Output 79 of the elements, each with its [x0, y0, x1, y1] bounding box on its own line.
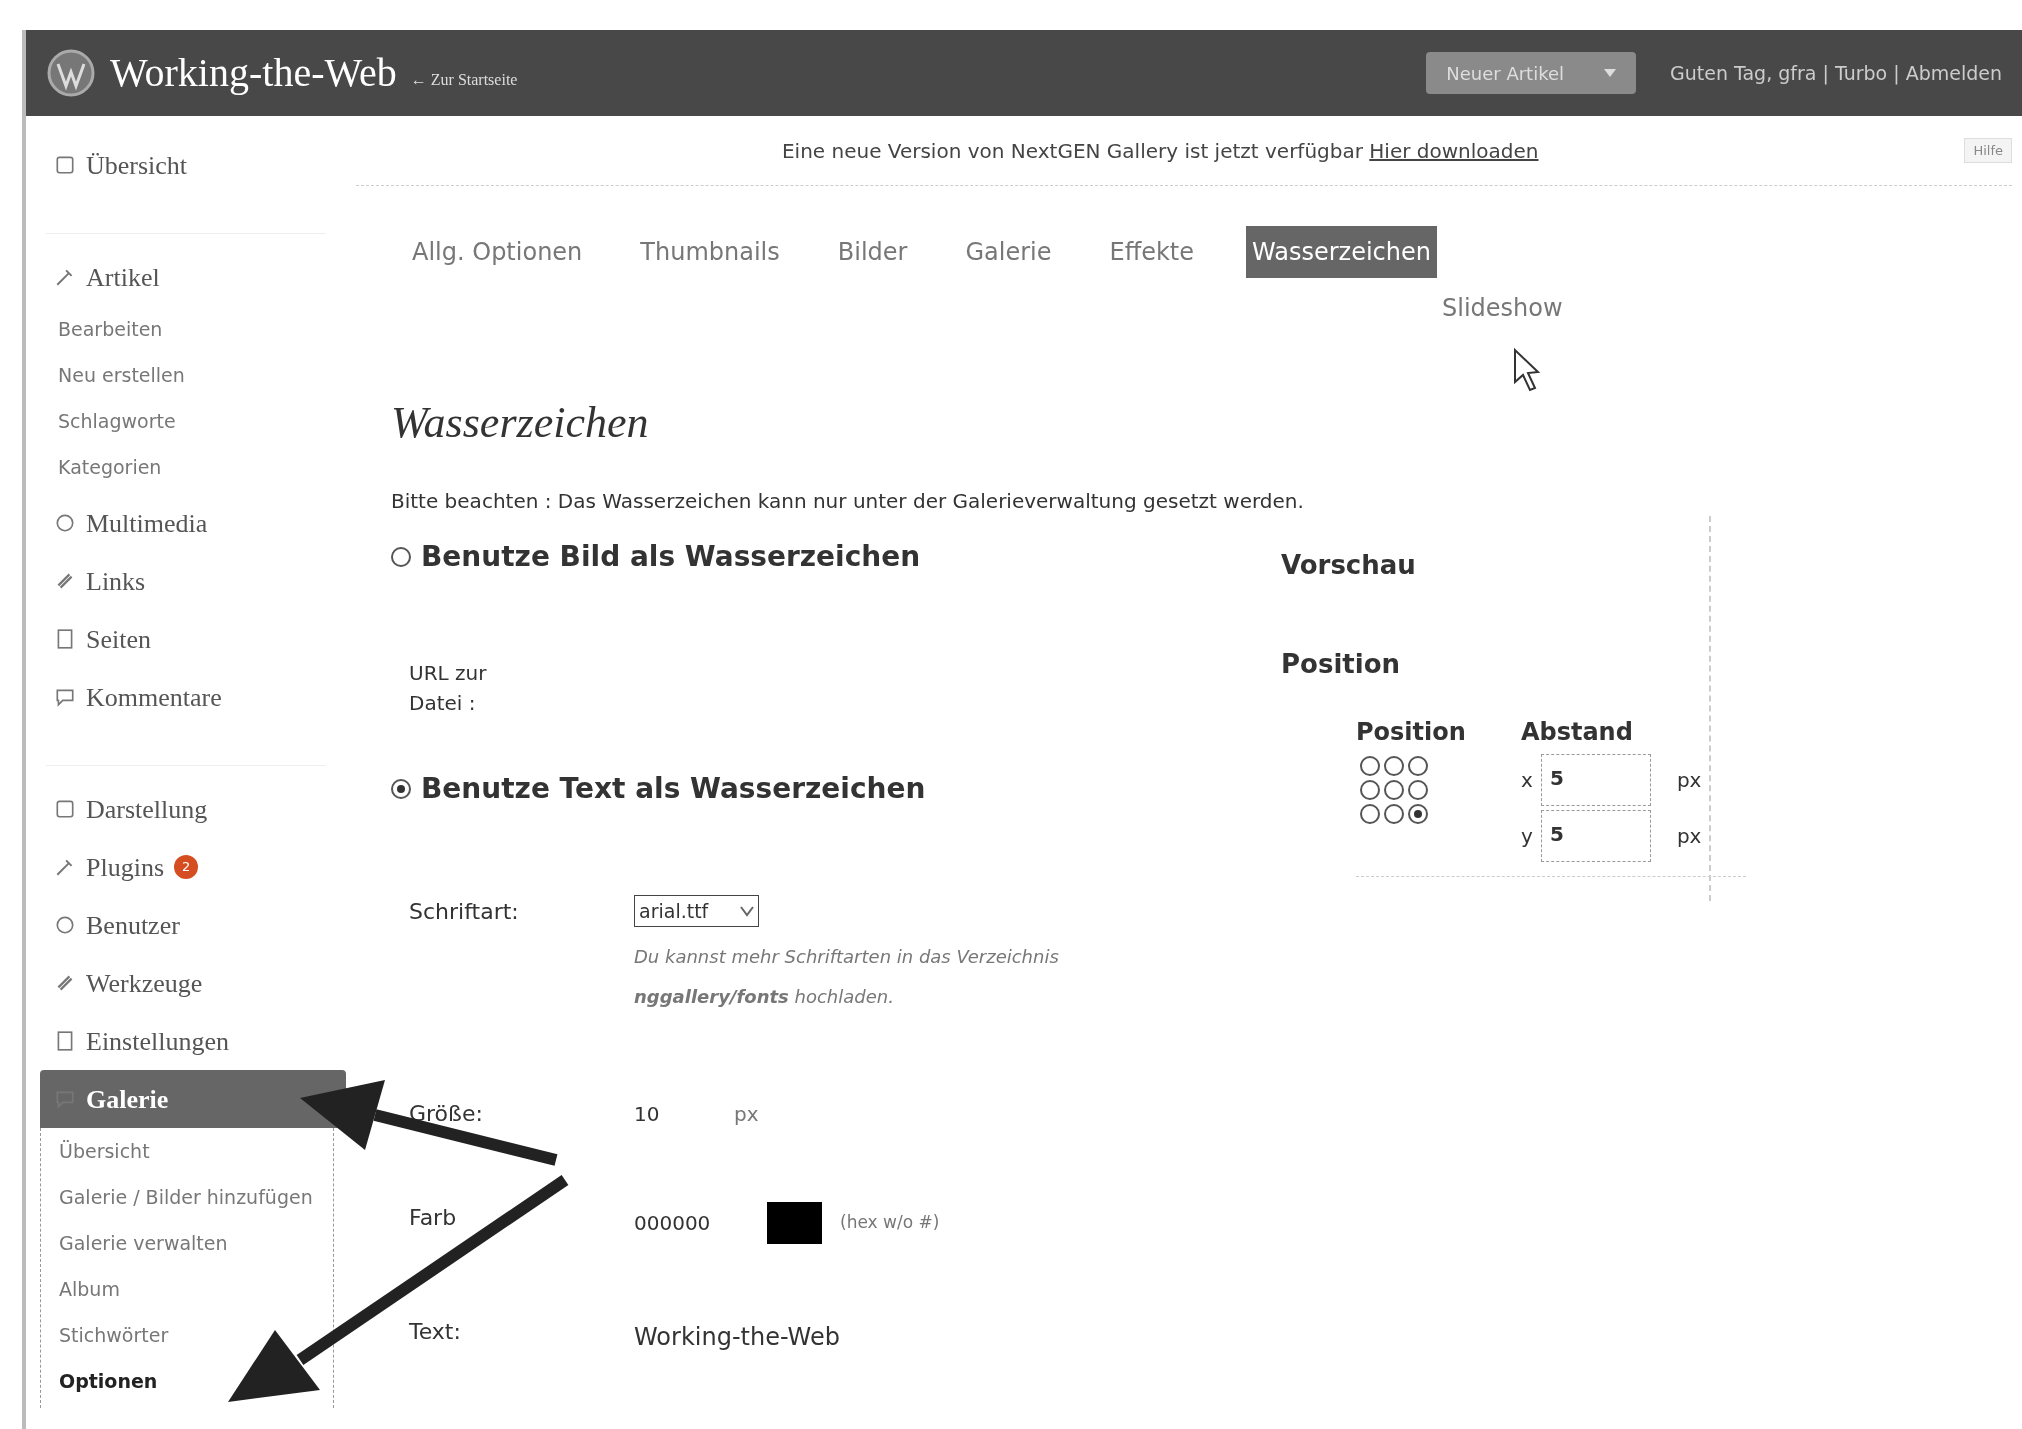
- submenu-item[interactable]: Galerie / Bilder hinzufügen: [59, 1174, 313, 1220]
- update-notice: Eine neue Version von NextGEN Gallery ist jetzt verfügbar Hier downloaden: [781, 137, 1539, 165]
- caret-icon: [1604, 69, 1616, 77]
- offset-field[interactable]: 5: [1540, 754, 1651, 806]
- radio-button[interactable]: [1360, 756, 1380, 776]
- axis-label: x: [1520, 767, 1534, 794]
- submenu-item[interactable]: Bearbeiten: [58, 306, 163, 352]
- radio-button[interactable]: [391, 547, 411, 567]
- radio-button[interactable]: [1408, 804, 1428, 824]
- sidebar-item[interactable]: Artikel: [40, 248, 346, 306]
- field-label: Schriftart:: [409, 898, 520, 926]
- sidebar-item[interactable]: Links: [40, 552, 346, 610]
- color-field[interactable]: 000000: [634, 1208, 749, 1238]
- offset-label: Abstand: [1520, 717, 1634, 748]
- radio-button[interactable]: [1384, 804, 1404, 824]
- size-field[interactable]: 10: [634, 1099, 694, 1129]
- dropdown-icon: [739, 905, 755, 917]
- download-link[interactable]: Hier downloaden: [1369, 138, 1539, 163]
- radio-button[interactable]: [391, 779, 411, 799]
- note-text: Bitte beachten : Das Wasserzeichen kann nur unter der Galerieverwaltung gesetzt werden.: [391, 488, 1305, 515]
- menu-icon: [54, 154, 76, 176]
- sidebar-item[interactable]: Plugins 2: [40, 838, 346, 896]
- menu-icon: [54, 798, 76, 820]
- tab[interactable]: Bilder: [831, 226, 914, 278]
- hex-hint: (hex w/o #): [840, 1211, 940, 1235]
- submenu-item[interactable]: Neu erstellen: [58, 352, 185, 398]
- radio-button[interactable]: [1360, 780, 1380, 800]
- count-badge: 2: [174, 855, 199, 879]
- sidebar-item[interactable]: Übersicht: [40, 136, 346, 194]
- position-heading: Position: [1281, 648, 1402, 681]
- unit-label: px: [1676, 767, 1702, 794]
- logo-icon: [46, 48, 96, 98]
- submenu-item[interactable]: Optionen: [59, 1358, 158, 1404]
- tab[interactable]: Effekte: [1103, 226, 1201, 278]
- tab[interactable]: Wasserzeichen: [1246, 226, 1437, 278]
- submenu-item[interactable]: Übersicht: [59, 1128, 150, 1174]
- submenu-item[interactable]: Stichwörter: [59, 1312, 169, 1358]
- font-select[interactable]: arial.ttf: [634, 895, 759, 927]
- home-link[interactable]: ← Zur Startseite: [410, 68, 518, 92]
- page-heading: Wasserzeichen: [391, 397, 650, 449]
- preview-heading: Vorschau: [1281, 549, 1417, 582]
- submenu-item[interactable]: Galerie verwalten: [59, 1220, 228, 1266]
- sidebar-item[interactable]: Seiten: [40, 610, 346, 668]
- offset-field[interactable]: 5: [1540, 810, 1651, 862]
- option-label: Benutze Text als Wasserzeichen: [421, 771, 926, 807]
- font-hint: Du kannst mehr Schriftarten in das Verzeichnis nggallery/fonts hochladen.: [634, 945, 1060, 1009]
- mouse-pointer-icon: [1514, 347, 1541, 392]
- unit-label: px: [1676, 823, 1702, 850]
- submenu-item[interactable]: Album: [59, 1266, 120, 1312]
- menu-icon: [54, 512, 76, 534]
- tab[interactable]: Allg. Optionen: [406, 226, 589, 278]
- tab[interactable]: Thumbnails: [634, 226, 786, 278]
- unit-label: px: [734, 1101, 759, 1128]
- submenu-item[interactable]: Schlagworte: [58, 398, 176, 444]
- grid-label: Position: [1356, 717, 1466, 748]
- url-label: URL zur Datei :: [409, 660, 488, 717]
- sidebar-item[interactable]: Einstellungen: [40, 1012, 346, 1070]
- sidebar-item[interactable]: Benutzer: [40, 896, 346, 954]
- radio-button[interactable]: [1360, 804, 1380, 824]
- sidebar-item[interactable]: Darstellung: [40, 780, 346, 838]
- radio-button[interactable]: [1384, 780, 1404, 800]
- field-label: Größe:: [409, 1100, 484, 1128]
- radio-button[interactable]: [1408, 756, 1428, 776]
- tab[interactable]: Galerie: [959, 226, 1058, 278]
- radio-button[interactable]: [1384, 756, 1404, 776]
- sidebar-item[interactable]: Werkzeuge: [40, 954, 346, 1012]
- sidebar-item[interactable]: Multimedia: [40, 494, 346, 552]
- text-field[interactable]: Working-the-Web: [634, 1319, 1241, 1355]
- radio-button[interactable]: [1408, 780, 1428, 800]
- field-label: Text:: [409, 1318, 462, 1346]
- axis-label: y: [1520, 823, 1534, 850]
- site-title: Working-the-Web: [110, 49, 397, 97]
- user-links[interactable]: Guten Tag, gfra | Turbo | Abmelden: [1670, 58, 2002, 88]
- menu-icon: [54, 914, 76, 936]
- submenu-item[interactable]: Kategorien: [58, 444, 162, 490]
- tab[interactable]: Slideshow: [1436, 286, 1569, 330]
- field-label: Farb: [409, 1204, 458, 1232]
- sidebar-item[interactable]: Kommentare: [40, 668, 346, 726]
- option-label: Benutze Bild als Wasserzeichen: [421, 539, 921, 575]
